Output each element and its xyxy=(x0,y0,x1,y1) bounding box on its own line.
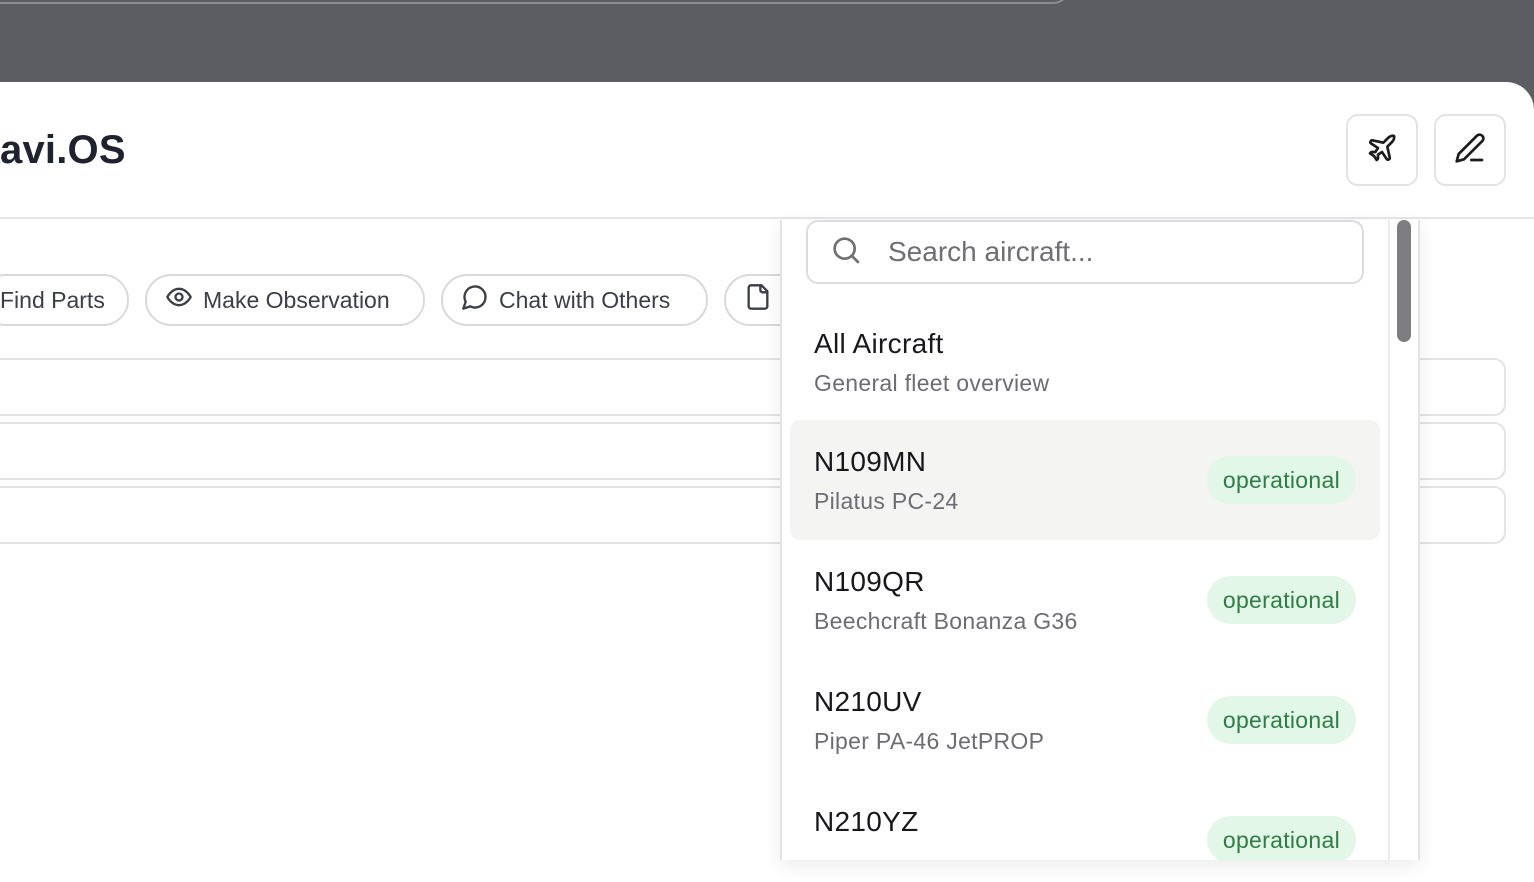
dropdown-scrollbar[interactable] xyxy=(1388,220,1418,860)
aircraft-tail-number: N109QR xyxy=(814,566,925,597)
app-header: avi.OS xyxy=(0,82,1534,219)
search-icon xyxy=(830,234,862,271)
aircraft-option[interactable]: N109QR Beechcraft Bonanza G36 operationa… xyxy=(790,540,1380,660)
plane-icon xyxy=(1366,132,1398,169)
option-title: All Aircraft xyxy=(814,328,944,359)
status-badge: operational xyxy=(1206,816,1356,860)
status-badge: operational xyxy=(1206,696,1356,744)
eye-icon xyxy=(165,283,193,317)
edit-button[interactable] xyxy=(1434,114,1506,186)
aircraft-tail-number: N210UV xyxy=(814,686,922,717)
aircraft-model: Pilatus PC-24 xyxy=(814,488,959,514)
app-title: avi.OS xyxy=(0,128,126,172)
aircraft-select-button[interactable] xyxy=(1346,114,1418,186)
pencil-icon xyxy=(1454,132,1486,169)
status-badge: operational xyxy=(1206,576,1356,624)
chat-bubble-icon xyxy=(461,283,489,317)
make-observation-button[interactable]: Make Observation xyxy=(145,274,425,326)
find-parts-button[interactable]: Find Parts xyxy=(0,274,129,326)
aircraft-search-field[interactable] xyxy=(806,220,1364,284)
aircraft-tail-number: N109MN xyxy=(814,446,927,477)
chat-with-others-label: Chat with Others xyxy=(499,286,671,313)
aircraft-model: Piper PA-46 JetPROP xyxy=(814,728,1045,754)
aircraft-search-input[interactable] xyxy=(886,235,1330,269)
aircraft-model: Beechcraft Bonanza G36 xyxy=(814,608,1078,634)
aircraft-option[interactable]: N210YZ operational xyxy=(790,780,1380,860)
address-bar-edge xyxy=(0,0,1070,4)
scrollbar-thumb[interactable] xyxy=(1397,220,1411,342)
all-aircraft-option[interactable]: All Aircraft General fleet overview xyxy=(790,308,1380,428)
aircraft-option[interactable]: N210UV Piper PA-46 JetPROP operational xyxy=(790,660,1380,780)
find-parts-label: Find Parts xyxy=(0,286,105,313)
make-observation-label: Make Observation xyxy=(203,286,390,313)
document-icon xyxy=(744,283,772,317)
chat-with-others-button[interactable]: Chat with Others xyxy=(441,274,708,326)
aircraft-option[interactable]: N109MN Pilatus PC-24 operational xyxy=(790,420,1380,540)
option-subtitle: General fleet overview xyxy=(814,370,1050,396)
aircraft-dropdown: All Aircraft General fleet overview N109… xyxy=(780,220,1420,860)
status-badge: operational xyxy=(1206,456,1356,504)
aircraft-tail-number: N210YZ xyxy=(814,806,919,837)
